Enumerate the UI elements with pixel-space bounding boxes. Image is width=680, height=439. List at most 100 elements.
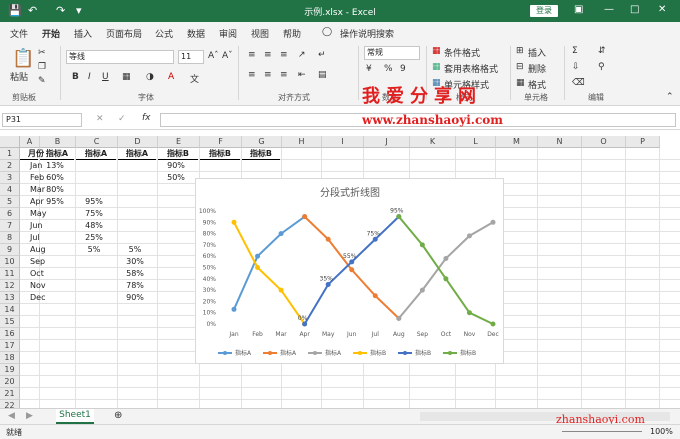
delete-cells-icon[interactable]: ⊟ (516, 62, 524, 72)
line-chart[interactable]: 分段式折线图 0% 10% 20% 30% 40% 50% 60% 70% 80% 90% 100% J… (195, 178, 504, 364)
phonetic-icon[interactable]: 文 (190, 72, 199, 85)
column-header-d[interactable]: D (118, 136, 158, 148)
column-header-n[interactable]: N (538, 136, 582, 148)
font-name-select[interactable]: 等线 (66, 50, 174, 64)
percent-icon[interactable]: % (384, 64, 393, 74)
tell-me-search[interactable]: 操作说明搜索 (340, 27, 394, 40)
increase-font-icon[interactable]: Aˆ (208, 51, 219, 61)
align-middle-icon[interactable]: ≡ (264, 50, 272, 60)
merge-center-icon[interactable]: ▤ (318, 70, 327, 80)
cut-icon[interactable]: ✂ (38, 48, 46, 58)
underline-icon[interactable]: U (102, 72, 109, 82)
minimize-icon[interactable]: — (604, 4, 614, 15)
wrap-text-icon[interactable]: ↵ (318, 50, 326, 60)
table-header-cell[interactable]: 指标B (200, 148, 240, 160)
sign-in-button[interactable]: 登录 (530, 5, 558, 17)
month-cell[interactable]: May (30, 208, 47, 220)
value-cell[interactable]: 60% (40, 172, 70, 184)
row-header-14[interactable]: 14 (0, 304, 20, 316)
sheet-tab-sheet1[interactable]: Sheet1 (56, 409, 94, 424)
tab-review[interactable]: 审阅 (219, 27, 237, 40)
italic-icon[interactable]: I (88, 72, 91, 82)
table-header-cell[interactable]: 指标A (40, 148, 74, 160)
decrease-font-icon[interactable]: Aˇ (222, 51, 233, 61)
tab-file[interactable]: 文件 (10, 27, 28, 40)
clear-icon[interactable]: ⌫ (572, 78, 585, 88)
value-cell[interactable]: 95% (40, 196, 70, 208)
value-cell[interactable]: 30% (118, 256, 152, 268)
font-size-select[interactable]: 11 (178, 50, 204, 64)
font-color-icon[interactable]: A (168, 72, 174, 82)
zoom-level[interactable]: 100% (650, 427, 673, 436)
tab-insert[interactable]: 插入 (74, 27, 92, 40)
row-header-13[interactable]: 13 (0, 292, 20, 304)
value-cell[interactable]: 90% (158, 160, 194, 172)
value-cell[interactable]: 25% (76, 232, 112, 244)
row-header-15[interactable]: 15 (0, 316, 20, 328)
month-cell[interactable]: Dec (30, 292, 45, 304)
maximize-icon[interactable]: □ (630, 4, 639, 15)
indent-icon[interactable]: ⇤ (298, 70, 306, 80)
copy-icon[interactable]: ❐ (38, 62, 46, 72)
column-header-l[interactable]: L (456, 136, 496, 148)
row-header-8[interactable]: 8 (0, 232, 20, 244)
month-cell[interactable]: Aug (30, 244, 46, 256)
tab-data[interactable]: 数据 (187, 27, 205, 40)
row-header-18[interactable]: 18 (0, 352, 20, 364)
row-header-7[interactable]: 7 (0, 220, 20, 232)
select-all-corner[interactable] (0, 136, 20, 148)
format-cells-button[interactable]: 格式 (528, 78, 546, 91)
row-header-9[interactable]: 9 (0, 244, 20, 256)
column-header-i[interactable]: I (322, 136, 364, 148)
row-header-4[interactable]: 4 (0, 184, 20, 196)
row-header-17[interactable]: 17 (0, 340, 20, 352)
paste-label[interactable]: 粘贴 (10, 70, 28, 83)
column-header-g[interactable]: G (242, 136, 282, 148)
row-header-22[interactable]: 22 (0, 400, 20, 408)
conditional-format-icon[interactable]: ▦ (432, 46, 441, 56)
align-left-icon[interactable]: ≡ (248, 70, 256, 80)
tab-page-layout[interactable]: 页面布局 (106, 27, 142, 40)
insert-cells-button[interactable]: 插入 (528, 46, 546, 59)
month-cell[interactable]: Nov (30, 280, 46, 292)
prev-sheet-icon[interactable]: ◀ (8, 411, 15, 421)
find-select-icon[interactable]: ⚲ (598, 62, 605, 72)
tab-view[interactable]: 视图 (251, 27, 269, 40)
value-cell[interactable]: 5% (76, 244, 112, 256)
paste-icon[interactable]: 📋 (12, 48, 34, 69)
next-sheet-icon[interactable]: ▶ (26, 411, 33, 421)
table-header-cell[interactable]: 指标B (158, 148, 198, 160)
month-cell[interactable]: Oct (30, 268, 44, 280)
bold-icon[interactable]: B (72, 72, 79, 82)
row-header-16[interactable]: 16 (0, 328, 20, 340)
autosum-icon[interactable]: Σ (572, 46, 578, 56)
value-cell[interactable]: 5% (118, 244, 152, 256)
delete-cells-button[interactable]: 删除 (528, 62, 546, 75)
table-format-button[interactable]: 套用表格格式 (444, 62, 498, 75)
column-header-f[interactable]: F (200, 136, 242, 148)
close-icon[interactable]: ✕ (658, 4, 666, 15)
table-header-cell[interactable]: 指标A (118, 148, 156, 160)
format-painter-icon[interactable]: ✎ (38, 76, 46, 86)
row-header-10[interactable]: 10 (0, 256, 20, 268)
value-cell[interactable]: 95% (76, 196, 112, 208)
cancel-icon[interactable]: ✕ (96, 114, 104, 124)
column-header-o[interactable]: O (582, 136, 626, 148)
value-cell[interactable]: 58% (118, 268, 152, 280)
row-header-11[interactable]: 11 (0, 268, 20, 280)
column-header-p[interactable]: P (626, 136, 660, 148)
name-box[interactable]: P31 (2, 113, 82, 127)
sort-filter-icon[interactable]: ⇵ (598, 46, 606, 56)
align-center-icon[interactable]: ≡ (264, 70, 272, 80)
value-cell[interactable]: 13% (40, 160, 70, 172)
fill-icon[interactable]: ⇩ (572, 62, 580, 72)
enter-icon[interactable]: ✓ (118, 114, 126, 124)
currency-icon[interactable]: ¥ (366, 64, 372, 74)
align-bottom-icon[interactable]: ≡ (280, 50, 288, 60)
row-header-1[interactable]: 1 (0, 148, 20, 160)
column-header-c[interactable]: C (76, 136, 118, 148)
tab-help[interactable]: 帮助 (283, 27, 301, 40)
row-header-6[interactable]: 6 (0, 208, 20, 220)
insert-function-icon[interactable]: fx (142, 113, 151, 123)
insert-cells-icon[interactable]: ⊞ (516, 46, 524, 56)
